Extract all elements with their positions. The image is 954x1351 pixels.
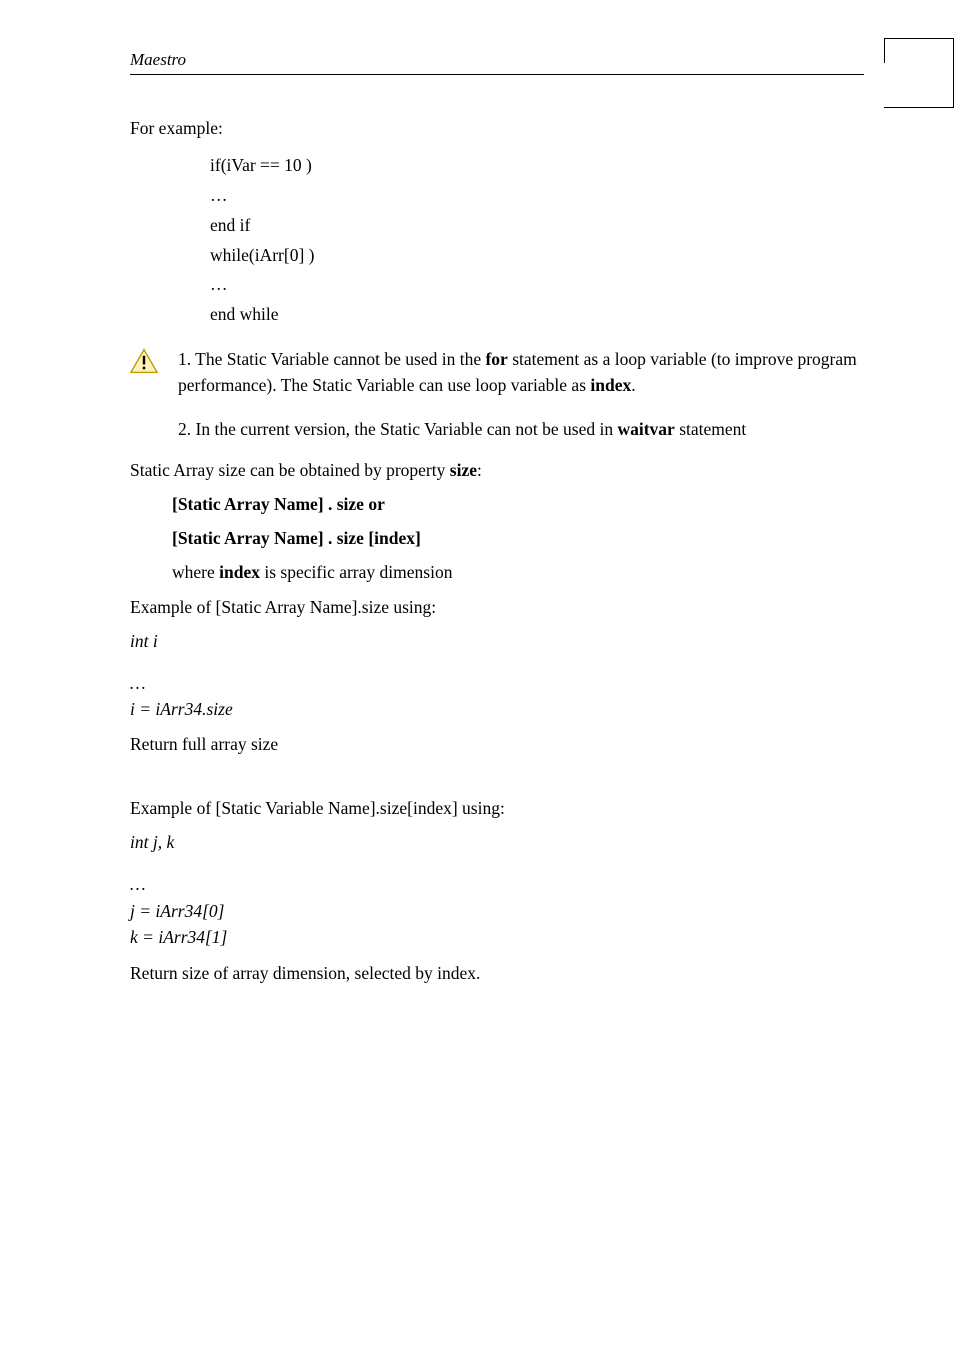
note-text-span: 2. In the current version, the Static Va… <box>178 419 617 439</box>
warning-icon <box>130 346 178 381</box>
size-intro: Static Array size can be obtained by pro… <box>130 457 864 483</box>
code-i-assign: i = iArr34.size <box>130 696 864 722</box>
syntax-line-1: [Static Array Name] . size or <box>172 491 864 517</box>
syntax-line-2: [Static Array Name] . size [index] <box>172 525 864 551</box>
code-line: … <box>210 270 864 300</box>
note-1: 1. The Static Variable cannot be used in… <box>178 346 864 399</box>
example2-title: Example of [Static Variable Name].size[i… <box>130 795 864 821</box>
code-int-i: int i <box>130 628 864 654</box>
code-line: end while <box>210 300 864 330</box>
header-rule <box>130 74 864 75</box>
page-corner-box <box>884 38 954 108</box>
code-line: end if <box>210 211 864 241</box>
code-line: … <box>210 181 864 211</box>
code-ellipsis: … <box>130 871 864 897</box>
return-2: Return size of array dimension, selected… <box>130 960 864 986</box>
note-text-span: 1. The Static Variable cannot be used in… <box>178 349 485 369</box>
code-line: if(iVar == 10 ) <box>210 151 864 181</box>
code-int-jk: int j, k <box>130 829 864 855</box>
note-text-span: . <box>631 375 635 395</box>
keyword-index: index <box>590 375 631 395</box>
for-example-label: For example: <box>130 115 864 141</box>
code-k-assign: k = iArr34[1] <box>130 924 864 950</box>
code-j-assign: j = iArr34[0] <box>130 898 864 924</box>
keyword-index: index <box>219 562 260 582</box>
where-clause: where index is specific array dimension <box>172 559 864 585</box>
code-ellipsis: … <box>130 670 864 696</box>
header-title: Maestro <box>130 50 864 70</box>
code-line: while(iArr[0] ) <box>210 241 864 271</box>
text-span: : <box>477 460 482 480</box>
code-example: if(iVar == 10 ) … end if while(iArr[0] )… <box>210 151 864 330</box>
text-span: is specific array dimension <box>260 562 452 582</box>
text-span: Static Array size can be obtained by pro… <box>130 460 450 480</box>
note-text-span: statement <box>675 419 746 439</box>
keyword-for: for <box>485 349 507 369</box>
example1-title: Example of [Static Array Name].size usin… <box>130 594 864 620</box>
return-1: Return full array size <box>130 731 864 757</box>
keyword-size: size <box>450 460 477 480</box>
text-span: where <box>172 562 219 582</box>
note-2: 2. In the current version, the Static Va… <box>178 416 864 442</box>
keyword-waitvar: waitvar <box>617 419 674 439</box>
